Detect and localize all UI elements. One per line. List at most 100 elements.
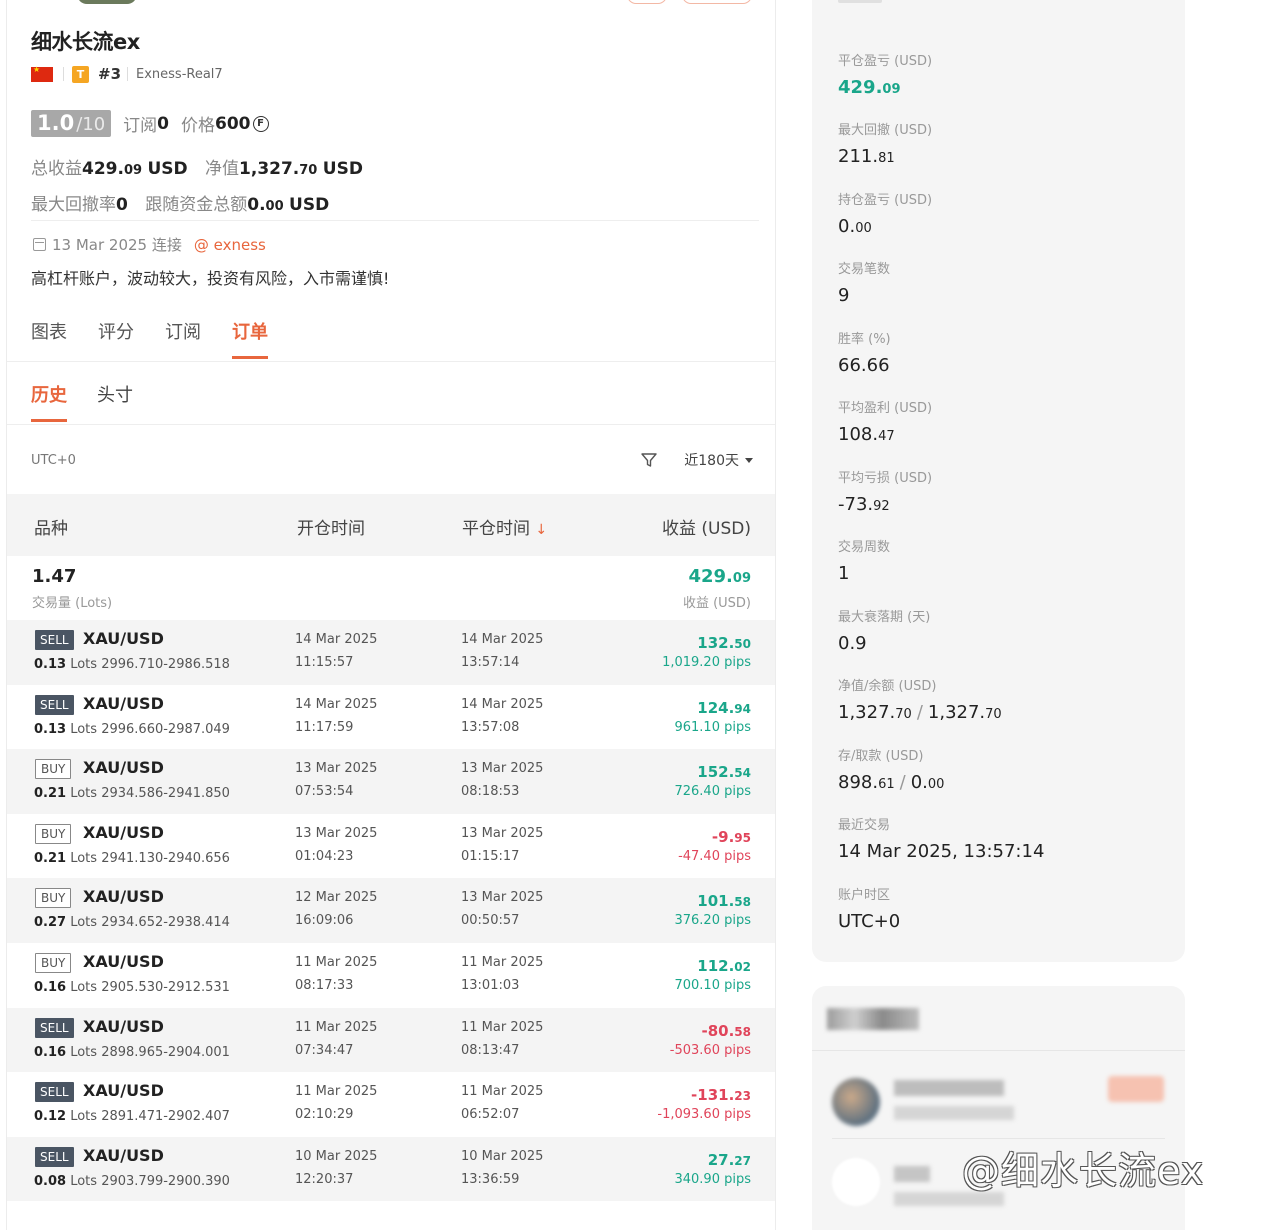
max-drawdown-label: 最大回撤率 bbox=[31, 195, 116, 215]
account-name: 细水长流ex bbox=[31, 30, 140, 54]
divider bbox=[7, 424, 775, 425]
open-date: 14 Mar 2025 bbox=[295, 696, 378, 712]
tab-positions[interactable]: 头寸 bbox=[97, 381, 133, 422]
coin-icon: F bbox=[252, 115, 269, 132]
price-label: 价格 bbox=[181, 116, 216, 136]
connection-info: 13 Mar 2025 连接 @ exness bbox=[33, 234, 266, 255]
open-time: 08:17:33 bbox=[295, 977, 354, 993]
stat-max-drawdown: 最大回撤 (USD) 211.81 bbox=[838, 119, 932, 167]
row-pips: 340.90 pips bbox=[674, 1171, 751, 1187]
subscribe-button[interactable] bbox=[682, 0, 752, 4]
stat-value: 14 Mar 2025, 13:57:14 bbox=[838, 841, 1045, 862]
side-badge: SELL bbox=[35, 694, 74, 715]
range-dropdown[interactable]: 近180天 bbox=[684, 450, 753, 470]
row-profit: 112.02 bbox=[697, 956, 751, 975]
order-subtabs: 历史 头寸 bbox=[31, 381, 163, 422]
share-button[interactable] bbox=[627, 0, 667, 4]
score-value: 1.0 bbox=[37, 111, 75, 135]
side-badge: BUY bbox=[35, 888, 72, 909]
close-time: 08:13:47 bbox=[461, 1042, 520, 1058]
row-pips: 961.10 pips bbox=[674, 719, 751, 735]
drawdown-row: 最大回撤率0 跟随资金总额0.00 USD bbox=[31, 190, 341, 215]
range-value: 近180天 bbox=[684, 453, 739, 469]
tab-rating[interactable]: 评分 bbox=[98, 318, 134, 359]
stat-label: 净值/余额 (USD) bbox=[838, 679, 937, 694]
account-card: 细水长流ex T #3 Exness-Real7 1.0 /10 订阅 0 价格… bbox=[6, 0, 776, 1230]
table-row[interactable]: BUY XAU/USD 0.21 Lots 2934.586-2941.850 13 … bbox=[7, 749, 775, 814]
row-pips: 700.10 pips bbox=[674, 977, 751, 993]
table-row[interactable]: BUY XAU/USD 0.27 Lots 2934.652-2938.414 12 … bbox=[7, 878, 775, 943]
stat-value: 429.09 bbox=[838, 77, 901, 98]
divider bbox=[31, 220, 759, 221]
open-time: 02:10:29 bbox=[295, 1107, 354, 1123]
close-time: 08:18:53 bbox=[461, 784, 520, 800]
stat-weeks: 交易周数 1 bbox=[838, 536, 890, 584]
row-profit: 152.54 bbox=[697, 763, 751, 782]
stat-label: 平仓盈亏 (USD) bbox=[838, 54, 933, 69]
side-badge: BUY bbox=[35, 823, 72, 844]
header-close-time[interactable]: 平仓时间 ↓ bbox=[462, 514, 547, 539]
follow-funds-value: 0.00 bbox=[247, 195, 284, 215]
symbol: XAU/USD bbox=[83, 693, 164, 713]
stat-value: 0.9 bbox=[838, 633, 867, 654]
follow-button[interactable] bbox=[1108, 1076, 1164, 1102]
open-date: 12 Mar 2025 bbox=[295, 890, 378, 906]
tab-chart[interactable]: 图表 bbox=[31, 318, 67, 359]
rank: #3 bbox=[98, 65, 122, 83]
main-tabs: 图表 评分 订阅 订单 bbox=[31, 318, 299, 359]
stat-closed-pnl: 平仓盈亏 (USD) 429.09 bbox=[838, 50, 932, 98]
table-row[interactable]: SELL XAU/USD 0.12 Lots 2891.471-2902.407 11… bbox=[7, 1072, 775, 1137]
table-row[interactable]: SELL XAU/USD 0.16 Lots 2898.965-2904.001 11… bbox=[7, 1007, 775, 1073]
table-row[interactable]: SELL XAU/USD 0.13 Lots 2996.710-2986.518 14… bbox=[7, 620, 775, 685]
order-list: SELL XAU/USD 0.13 Lots 2996.710-2986.518 14… bbox=[7, 620, 775, 1202]
stat-label: 最大回撤 (USD) bbox=[838, 123, 933, 138]
row-profit: -9.95 bbox=[711, 827, 751, 846]
sort-desc-icon: ↓ bbox=[535, 522, 548, 538]
close-date: 14 Mar 2025 bbox=[461, 632, 544, 647]
stat-value: 1 bbox=[838, 563, 850, 584]
stat-value: UTC+0 bbox=[838, 911, 901, 932]
stat-winrate: 胜率 (%) 66.66 bbox=[838, 328, 891, 376]
side-badge: SELL bbox=[35, 1146, 74, 1167]
open-date: 13 Mar 2025 bbox=[295, 761, 378, 777]
stat-label: 账户时区 bbox=[838, 888, 891, 903]
divider bbox=[7, 361, 775, 362]
tab-history[interactable]: 历史 bbox=[31, 381, 67, 422]
stat-label: 平均亏损 (USD) bbox=[838, 471, 933, 486]
tab-subscribe[interactable]: 订阅 bbox=[165, 318, 201, 359]
side-badge: SELL bbox=[35, 630, 74, 650]
total-profit-value: 429.09 bbox=[82, 159, 143, 179]
close-time: 13:57:14 bbox=[461, 655, 520, 670]
stat-value: 211.81 bbox=[838, 146, 895, 167]
stat-max-dd-days: 最大衰落期 (天) 0.9 bbox=[838, 606, 930, 654]
lots-info: 0.13 Lots 2996.710-2986.518 bbox=[34, 657, 230, 672]
broker-link[interactable]: @ exness bbox=[194, 236, 266, 254]
divider bbox=[127, 67, 129, 81]
lots-info: 0.16 Lots 2905.530-2912.531 bbox=[34, 979, 230, 995]
summary-row: 1.47 交易量 (Lots) 429.09 收益 (USD) bbox=[7, 556, 775, 620]
avatar[interactable] bbox=[77, 0, 137, 4]
table-row[interactable]: BUY XAU/USD 0.16 Lots 2905.530-2912.531 11 … bbox=[7, 943, 775, 1008]
close-date: 11 Mar 2025 bbox=[461, 954, 544, 970]
equity-value: 1,327.70 bbox=[239, 159, 318, 179]
row-pips: -47.40 pips bbox=[678, 848, 751, 864]
side-badge: BUY bbox=[35, 952, 72, 973]
subscribe-count-label: 订阅 bbox=[123, 116, 158, 136]
filter-icon[interactable] bbox=[640, 451, 658, 469]
avatar[interactable] bbox=[832, 1078, 880, 1126]
stat-label: 交易周数 bbox=[838, 540, 891, 555]
table-row[interactable]: SELL XAU/USD 0.13 Lots 2996.660-2987.049 14… bbox=[7, 685, 775, 750]
blurred-name bbox=[894, 1166, 930, 1182]
connect-date: 13 Mar 2025 连接 bbox=[52, 236, 182, 254]
row-profit: -80.58 bbox=[701, 1021, 751, 1040]
open-time: 11:17:59 bbox=[295, 719, 354, 735]
table-row[interactable]: BUY XAU/USD 0.21 Lots 2941.130-2940.656 13 … bbox=[7, 814, 775, 879]
table-row[interactable]: SELL XAU/USD 0.08 Lots 2903.799-2900.390 10… bbox=[7, 1136, 775, 1202]
stat-value: 0.00 bbox=[838, 216, 872, 237]
price-value: 600 bbox=[215, 113, 251, 134]
tab-orders[interactable]: 订单 bbox=[232, 318, 268, 359]
avatar[interactable] bbox=[832, 1158, 880, 1206]
stat-value: 108.47 bbox=[838, 424, 895, 445]
row-profit: 132.50 bbox=[697, 634, 751, 652]
server-name: Exness-Real7 bbox=[136, 66, 223, 82]
